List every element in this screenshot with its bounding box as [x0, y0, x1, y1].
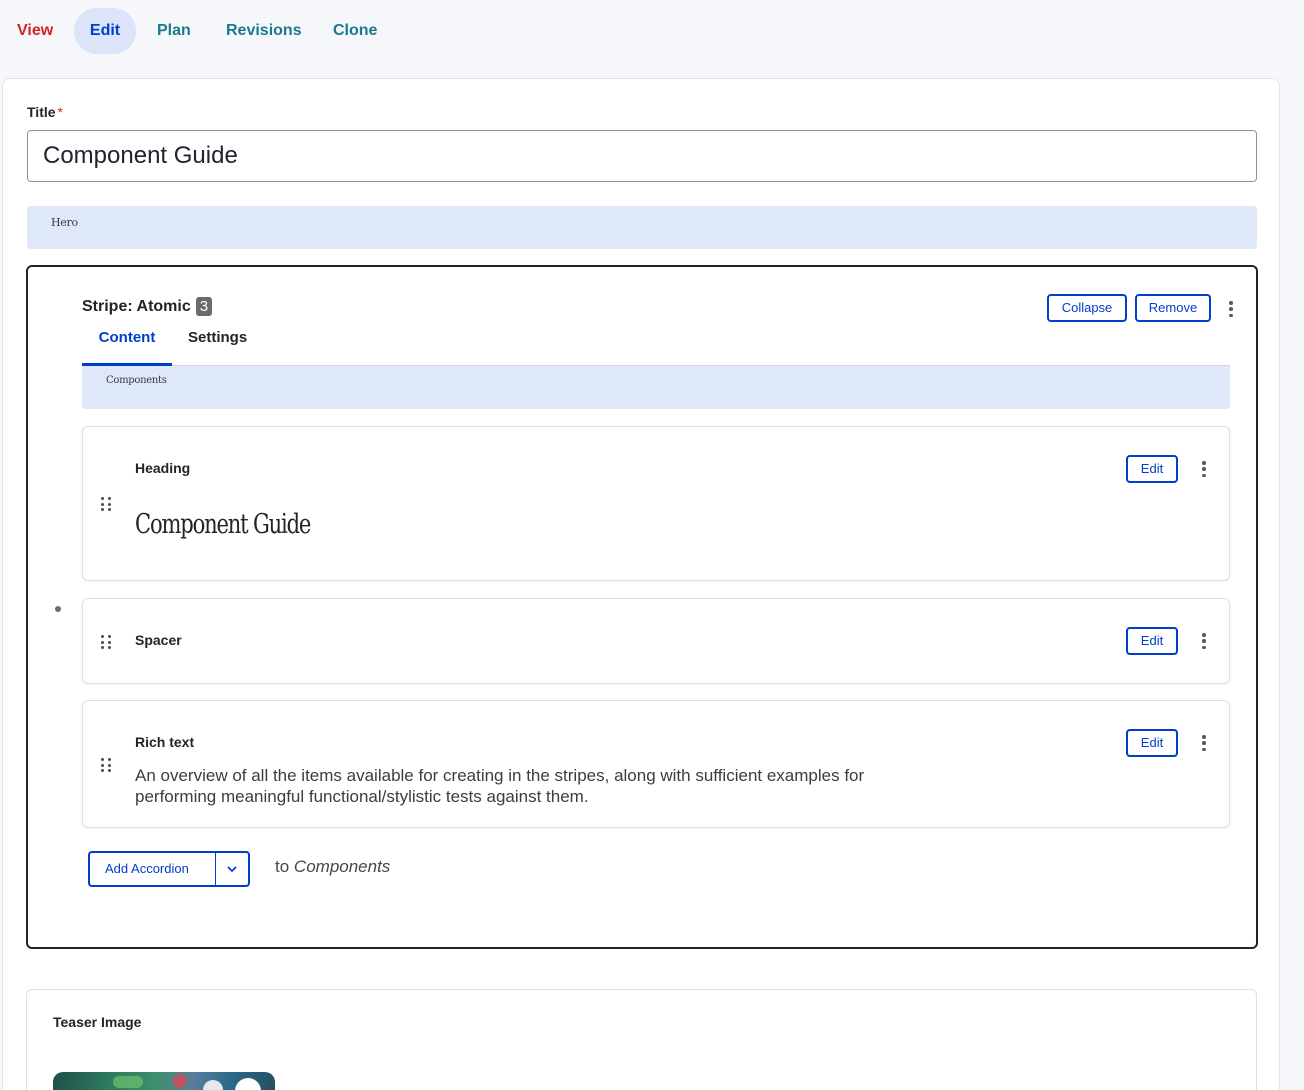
stripe-tabs: Content Settings — [82, 323, 1230, 366]
components-field-bar: Components — [82, 366, 1230, 409]
hero-label: Hero — [51, 216, 78, 229]
collapse-button[interactable]: Collapse — [1047, 294, 1127, 322]
paragraph-label: Heading — [135, 460, 191, 476]
teaser-image-label: Teaser Image — [53, 1014, 142, 1030]
tab-view[interactable]: View — [1, 8, 69, 54]
kebab-menu-icon[interactable] — [1226, 299, 1236, 319]
tab-clone[interactable]: Clone — [317, 8, 393, 54]
kebab-menu-icon[interactable] — [1199, 733, 1209, 753]
heading-preview: Component Guide — [135, 509, 311, 540]
kebab-menu-icon[interactable] — [1199, 459, 1209, 479]
title-input[interactable] — [27, 130, 1257, 182]
paragraph-label: Rich text — [135, 734, 195, 750]
tab-revisions[interactable]: Revisions — [210, 8, 318, 54]
paragraph-item-spacer: Spacer Edit — [82, 598, 1230, 684]
tab-edit[interactable]: Edit — [74, 8, 136, 54]
rich-text-preview: An overview of all the items available f… — [135, 766, 865, 806]
edit-button[interactable]: Edit — [1126, 729, 1178, 757]
stripe-paragraph: Stripe: Atomic 3 Collapse Remove Content… — [26, 265, 1258, 949]
node-edit-form: Title* Hero Stripe: Atomic 3 Collapse Re… — [2, 78, 1280, 1090]
count-badge: 3 — [195, 297, 213, 316]
paragraph-item-heading: Heading Edit Component Guide — [82, 426, 1230, 581]
bullet-dot — [55, 606, 61, 612]
paragraph-label: Spacer — [135, 632, 182, 648]
components-label: Components — [106, 375, 167, 386]
title-label-text: Title — [27, 104, 56, 120]
tab-settings[interactable]: Settings — [188, 323, 247, 366]
stripe-title: Stripe: Atomic 3 — [82, 297, 213, 316]
edit-button[interactable]: Edit — [1126, 455, 1178, 483]
drag-handle-icon[interactable] — [101, 497, 111, 511]
chevron-down-icon[interactable] — [216, 853, 248, 885]
add-paragraph-split-button: Add Accordion — [88, 851, 250, 887]
drag-handle-icon[interactable] — [101, 758, 111, 772]
stripe-title-text: Stripe: Atomic — [82, 297, 191, 315]
teaser-image-thumbnail[interactable] — [53, 1072, 275, 1090]
kebab-menu-icon[interactable] — [1199, 631, 1209, 651]
title-label: Title * — [27, 104, 63, 120]
edit-button[interactable]: Edit — [1126, 627, 1178, 655]
add-target-name: Components — [293, 857, 391, 876]
required-marker: * — [57, 104, 63, 120]
add-target-text: to Components — [275, 857, 390, 877]
tab-plan[interactable]: Plan — [141, 8, 207, 54]
add-accordion-button[interactable]: Add Accordion — [90, 853, 216, 885]
drag-handle-icon[interactable] — [101, 635, 111, 649]
remove-button[interactable]: Remove — [1135, 294, 1211, 322]
add-target-prefix: to — [275, 857, 290, 876]
tab-content[interactable]: Content — [82, 323, 172, 366]
hero-field-bar: Hero — [27, 206, 1257, 249]
paragraph-item-rich-text: Rich text Edit An overview of all the it… — [82, 700, 1230, 828]
teaser-image-field: Teaser Image — [26, 989, 1257, 1090]
